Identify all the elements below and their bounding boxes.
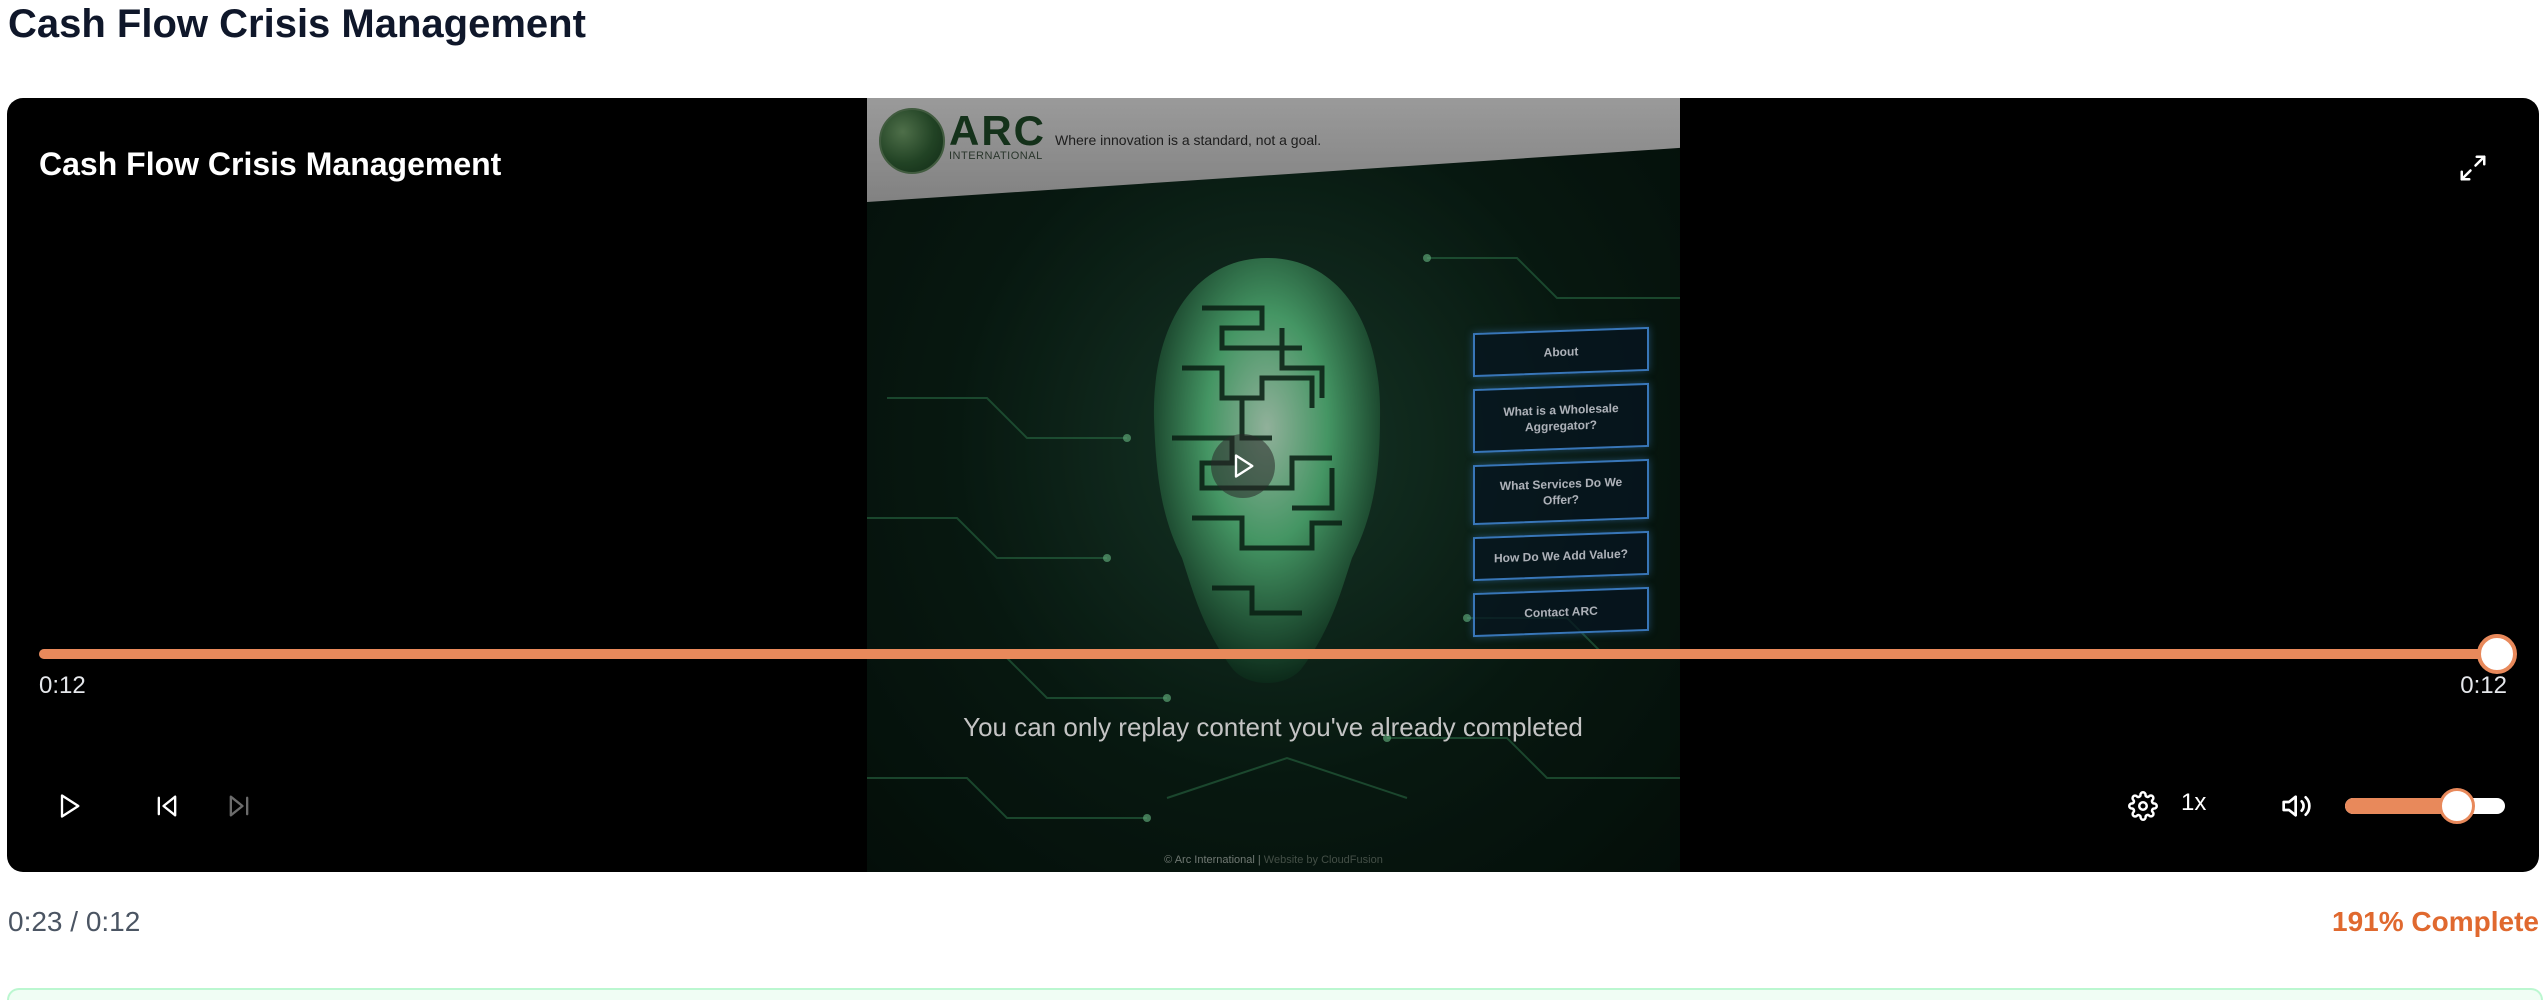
- progress-bar[interactable]: [39, 634, 2517, 674]
- video-player: ARC INTERNATIONAL Where innovation is a …: [7, 98, 2539, 872]
- previous-button[interactable]: [145, 784, 189, 828]
- video-dim-overlay: [867, 98, 1680, 872]
- play-button[interactable]: [47, 784, 91, 828]
- current-time: 0:12: [39, 672, 86, 699]
- playback-speed-button[interactable]: 1x: [2181, 789, 2206, 817]
- progress-fill: [39, 649, 2497, 659]
- play-icon: [1234, 454, 1254, 478]
- play-icon: [60, 794, 80, 818]
- progress-thumb[interactable]: [2477, 634, 2517, 674]
- skip-back-icon: [157, 795, 177, 817]
- settings-button[interactable]: [2121, 784, 2165, 828]
- volume-icon: [2282, 795, 2311, 817]
- replay-restriction-message: You can only replay content you've alrea…: [963, 712, 1583, 742]
- volume-slider[interactable]: [2345, 788, 2505, 824]
- center-play-button[interactable]: [1211, 434, 1275, 498]
- fullscreen-button[interactable]: [2453, 148, 2493, 188]
- duration-time: 0:12: [2460, 672, 2507, 699]
- skip-forward-icon: [229, 795, 249, 817]
- time-summary: 0:23 / 0:12: [8, 906, 141, 937]
- completion-percentage: 191% Complete: [2332, 906, 2539, 937]
- page-title: Cash Flow Crisis Management: [8, 2, 586, 46]
- gear-icon: [2128, 791, 2158, 821]
- volume-button[interactable]: [2275, 784, 2319, 828]
- volume-thumb[interactable]: [2439, 788, 2475, 824]
- next-button[interactable]: [217, 784, 261, 828]
- next-section-card: [7, 988, 2543, 1000]
- video-frame: ARC INTERNATIONAL Where innovation is a …: [867, 98, 1680, 872]
- expand-arrows-icon: [2460, 155, 2486, 181]
- video-title: Cash Flow Crisis Management: [39, 146, 502, 182]
